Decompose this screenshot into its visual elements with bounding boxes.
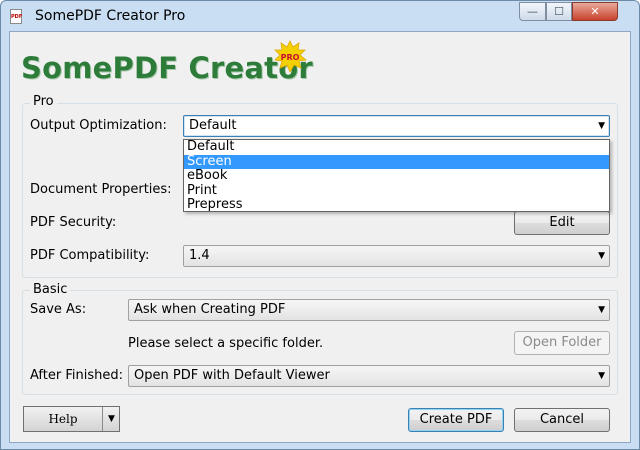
minimize-button[interactable]: — [519, 2, 546, 21]
edit-security-button[interactable]: Edit [514, 211, 610, 235]
app-logo-text: SomePDF Creator [21, 51, 313, 85]
cancel-button[interactable]: Cancel [514, 408, 610, 432]
dropdown-option-prepress[interactable]: Prepress [184, 198, 609, 213]
pdf-compatibility-label: PDF Compatibility: [30, 248, 150, 263]
dropdown-option-print[interactable]: Print [184, 183, 609, 199]
pdf-compatibility-value: 1.4 [189, 248, 210, 263]
create-pdf-button[interactable]: Create PDF [408, 408, 504, 432]
chevron-down-icon: ▼ [598, 251, 605, 261]
document-properties-label: Document Properties: [30, 182, 172, 197]
pro-group-title: Pro [30, 94, 57, 109]
window-title: SomePDF Creator Pro [35, 8, 186, 24]
output-optimization-label: Output Optimization: [30, 118, 167, 133]
output-optimization-dropdown-list: Default Screen eBook Print Prepress [183, 139, 610, 212]
save-as-select[interactable]: Ask when Creating PDF ▼ [128, 299, 610, 321]
chevron-down-icon: ▼ [598, 371, 605, 381]
pdf-security-label: PDF Security: [30, 215, 117, 230]
after-finished-value: Open PDF with Default Viewer [134, 368, 330, 383]
open-folder-button[interactable]: Open Folder [514, 331, 610, 355]
dropdown-option-ebook[interactable]: eBook [184, 169, 609, 184]
output-optimization-select[interactable]: Default ▼ [183, 115, 610, 137]
dropdown-option-screen[interactable]: Screen [184, 154, 609, 169]
chevron-down-icon: ▼ [598, 305, 605, 315]
help-button[interactable]: Help [24, 407, 103, 431]
title-bar[interactable]: PDF SomePDF Creator Pro — ☐ ✕ [1, 1, 639, 31]
chevron-down-icon: ▼ [598, 121, 605, 131]
pro-badge-icon: PRO [273, 40, 307, 74]
dropdown-option-default[interactable]: Default [184, 140, 609, 155]
after-finished-select[interactable]: Open PDF with Default Viewer ▼ [128, 365, 610, 387]
pdf-app-icon[interactable]: PDF [10, 9, 22, 24]
basic-group-title: Basic [30, 282, 71, 297]
save-as-value: Ask when Creating PDF [134, 302, 286, 317]
maximize-button[interactable]: ☐ [546, 2, 572, 21]
after-finished-label: After Finished: [30, 368, 123, 383]
close-button[interactable]: ✕ [572, 2, 618, 21]
folder-hint-text: Please select a specific folder. [128, 336, 324, 351]
output-optimization-value: Default [189, 118, 237, 133]
chevron-down-icon[interactable]: ▼ [104, 407, 119, 431]
pro-badge-label: PRO [281, 53, 300, 62]
help-split-button[interactable]: Help ▼ [23, 406, 120, 432]
pdf-compatibility-select[interactable]: 1.4 ▼ [183, 245, 610, 267]
save-as-label: Save As: [30, 302, 87, 317]
